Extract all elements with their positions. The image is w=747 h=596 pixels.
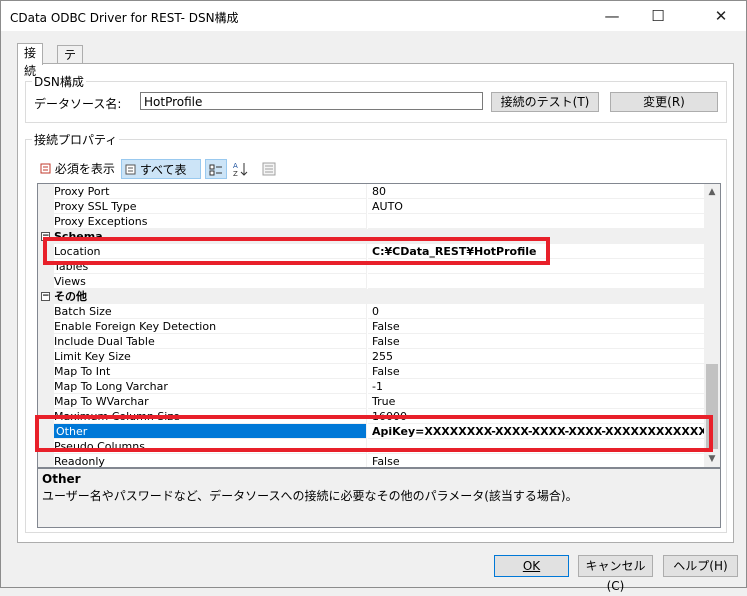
sort-alphabetical-button[interactable]: AZ	[229, 159, 251, 179]
description-title: Other	[42, 472, 81, 486]
property-value[interactable]: 255	[368, 349, 704, 364]
property-name: Limit Key Size	[54, 349, 367, 364]
property-value[interactable]: 80	[368, 184, 704, 199]
property-name: Map To Long Varchar	[54, 379, 367, 394]
property-row-proxy-exceptions[interactable]: Proxy Exceptions	[38, 214, 704, 229]
property-row-map-to-int[interactable]: Map To Int False	[38, 364, 704, 379]
tab-connection[interactable]: 接続	[17, 43, 44, 78]
title-bar[interactable]: CData ODBC Driver for REST- DSN構成 — ☐ ✕	[1, 1, 746, 31]
show-required-label: 必須を表示	[54, 162, 115, 176]
property-value[interactable]: False	[368, 364, 704, 379]
property-row-map-to-wvarchar[interactable]: Map To WVarchar True	[38, 394, 704, 409]
show-required-button[interactable]: 必須を表示	[37, 159, 119, 179]
dsn-group-label: DSN構成	[34, 75, 84, 89]
property-pages-icon	[262, 162, 276, 176]
property-row-include-dual-table[interactable]: Include Dual Table False	[38, 334, 704, 349]
property-value[interactable]	[368, 274, 704, 289]
tab-tables[interactable]: テーブル	[57, 45, 84, 116]
description-text: ユーザー名やパスワードなど、データソースへの接続に必要なその他のパラメータ(該当…	[42, 489, 578, 503]
category-name: その他	[54, 290, 87, 303]
other-highlight-box	[35, 415, 713, 452]
svg-text:A: A	[233, 162, 238, 170]
collapse-icon[interactable]: −	[41, 292, 50, 301]
property-name: Proxy Exceptions	[54, 214, 367, 229]
property-value[interactable]: 0	[368, 304, 704, 319]
property-value[interactable]: False	[368, 334, 704, 349]
change-button[interactable]: 変更(R)	[610, 92, 718, 112]
list-icon	[125, 164, 136, 175]
cancel-button[interactable]: キャンセル(C)	[578, 555, 653, 593]
categorized-icon	[209, 164, 222, 176]
property-row-limit-key-size[interactable]: Limit Key Size 255	[38, 349, 704, 364]
property-row-proxy-ssl-type[interactable]: Proxy SSL Type AUTO	[38, 199, 704, 214]
sort-az-icon: AZ	[233, 162, 248, 178]
property-name: Proxy SSL Type	[54, 199, 367, 214]
property-value[interactable]: AUTO	[368, 199, 704, 214]
help-button[interactable]: ヘルプ(H)	[663, 555, 738, 577]
property-value[interactable]: False	[368, 319, 704, 334]
property-name: Readonly	[54, 454, 367, 467]
property-name: Include Dual Table	[54, 334, 367, 349]
property-name: Enable Foreign Key Detection	[54, 319, 367, 334]
property-row-views[interactable]: Views	[38, 274, 704, 289]
property-row-map-to-long-varchar[interactable]: Map To Long Varchar -1	[38, 379, 704, 394]
connection-properties-label: 接続プロパティ	[34, 133, 118, 147]
property-value[interactable]: False	[368, 454, 704, 467]
categorized-view-button[interactable]	[205, 159, 227, 179]
category-row-other[interactable]: − その他	[38, 289, 704, 304]
scroll-down-icon[interactable]: ▼	[704, 451, 720, 467]
dsn-config-window: CData ODBC Driver for REST- DSN構成 — ☐ ✕ …	[0, 0, 747, 593]
property-name: Batch Size	[54, 304, 367, 319]
location-highlight-box	[43, 237, 550, 265]
ok-button[interactable]: OK	[494, 555, 569, 577]
window-title: CData ODBC Driver for REST- DSN構成	[10, 11, 239, 25]
property-name: Map To Int	[54, 364, 367, 379]
property-name: Views	[54, 274, 367, 289]
property-value[interactable]: True	[368, 394, 704, 409]
description-panel: Other ユーザー名やパスワードなど、データソースへの接続に必要なその他のパラ…	[37, 468, 721, 528]
close-button[interactable]: ✕	[698, 1, 744, 31]
maximize-button[interactable]: ☐	[635, 1, 681, 31]
ok-label: OK	[522, 559, 541, 573]
datasource-label: データソース名:	[34, 97, 122, 111]
show-all-button[interactable]: すべて表示	[121, 159, 201, 197]
list-icon	[40, 163, 51, 174]
svg-text:Z: Z	[233, 170, 238, 177]
property-name: Proxy Port	[54, 184, 367, 199]
property-row-enable-foreign-key-detection[interactable]: Enable Foreign Key Detection False	[38, 319, 704, 334]
minimize-button[interactable]: —	[589, 1, 635, 31]
property-value[interactable]	[368, 214, 704, 229]
property-name: Map To WVarchar	[54, 394, 367, 409]
property-value[interactable]: -1	[368, 379, 704, 394]
scroll-up-icon[interactable]: ▲	[704, 184, 720, 200]
test-connection-button[interactable]: 接続のテスト(T)	[491, 92, 599, 112]
property-row-readonly[interactable]: Readonly False	[38, 454, 704, 467]
datasource-name-input[interactable]: HotProfile	[140, 92, 483, 110]
property-row-batch-size[interactable]: Batch Size 0	[38, 304, 704, 319]
property-row-proxy-port[interactable]: Proxy Port 80	[38, 184, 704, 199]
property-pages-button[interactable]	[259, 159, 281, 179]
